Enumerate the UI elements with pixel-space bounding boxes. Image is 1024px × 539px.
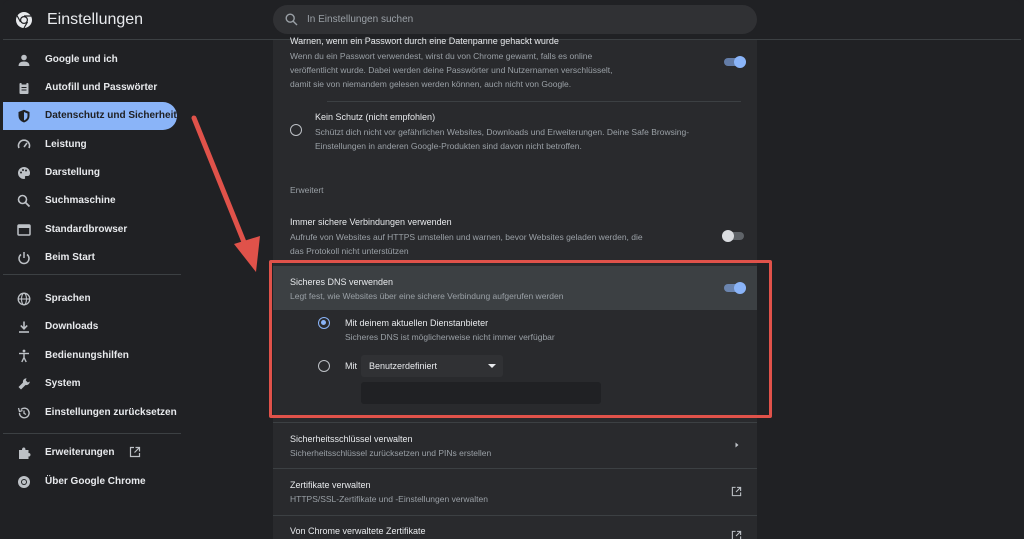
- sidebar-item-label: Erweiterungen: [45, 447, 115, 458]
- palette-icon: [18, 167, 30, 179]
- no-protection-desc: Schützt dich nicht vor gefährlichen Webs…: [315, 127, 690, 137]
- browser-icon: [17, 224, 31, 236]
- sidebar-item-suchmaschine[interactable]: Suchmaschine: [3, 187, 177, 215]
- app-title: Einstellungen: [47, 11, 144, 28]
- sidebar-item-label: Google und ich: [45, 54, 118, 65]
- wrench-icon: [18, 378, 30, 390]
- https-always-title: Immer sichere Verbindungen verwenden: [290, 217, 452, 227]
- https-always-toggle[interactable]: [722, 229, 744, 243]
- sidebar-item-label: Darstellung: [45, 167, 101, 178]
- sidebar-item-zuruecksetzen[interactable]: Einstellungen zurücksetzen: [3, 399, 177, 427]
- accessibility-icon: [19, 349, 29, 363]
- sidebar-item-label: Autofill und Passwörter: [45, 82, 158, 93]
- globe-icon: [17, 292, 31, 306]
- security-keys-title[interactable]: Sicherheitsschlüssel verwalten: [290, 433, 413, 445]
- security-keys-desc: Sicherheitsschlüssel zurücksetzen und PI…: [290, 448, 492, 458]
- sidebar-item-label: System: [45, 378, 81, 389]
- chrome-icon: [18, 476, 30, 488]
- person-icon: [18, 54, 30, 66]
- open-in-new-icon[interactable]: [731, 486, 742, 497]
- sidebar-item-leistung[interactable]: Leistung: [3, 131, 177, 159]
- certificates-desc: HTTPS/SSL-Zertifikate und -Einstellungen…: [290, 494, 488, 504]
- row-divider: [273, 468, 757, 469]
- row-divider: [273, 515, 757, 516]
- sidebar-item-google-und-ich[interactable]: Google und ich: [3, 46, 177, 74]
- annotation-arrow: [191, 115, 260, 272]
- sidebar-item-downloads[interactable]: Downloads: [3, 313, 177, 341]
- settings-header: Einstellungen In Einstellungen suchen: [3, 0, 1021, 40]
- breach-warning-title: Warnen, wenn ein Passwort durch eine Dat…: [290, 36, 559, 46]
- sidebar-item-label: Suchmaschine: [45, 195, 116, 206]
- sidebar-item-label: Bedienungshilfen: [45, 350, 129, 361]
- shield-icon: [18, 109, 30, 123]
- breach-warning-desc: veröffentlicht wurde. Dabei werden deine…: [290, 65, 613, 75]
- breach-warning-toggle[interactable]: [724, 55, 746, 69]
- search-icon: [285, 13, 298, 26]
- sidebar-item-standardbrowser[interactable]: Standardbrowser: [3, 216, 177, 244]
- clipboard-icon: [19, 82, 29, 94]
- sidebar-divider: [3, 433, 181, 434]
- sidebar-item-label: Über Google Chrome: [45, 476, 146, 487]
- row-divider: [273, 422, 757, 423]
- advanced-heading: Erweitert: [290, 185, 324, 195]
- annotation-highlight-box: [269, 260, 772, 418]
- chrome-certs-title[interactable]: Von Chrome verwaltete Zertifikate: [290, 525, 426, 537]
- sidebar-item-label: Datenschutz und Sicherheit: [45, 110, 177, 121]
- https-always-desc: das Protokoll nicht unterstützen: [290, 246, 409, 256]
- open-in-new-icon: [129, 446, 141, 458]
- sidebar-divider: [3, 274, 181, 275]
- puzzle-icon: [19, 447, 31, 459]
- sidebar-item-beim-start[interactable]: Beim Start: [3, 244, 177, 272]
- sidebar-item-label: Sprachen: [45, 293, 91, 304]
- search-icon: [17, 194, 31, 208]
- breach-warning-desc: Wenn du ein Passwort verwendest, wirst d…: [290, 51, 593, 61]
- sidebar-item-label: Leistung: [45, 139, 87, 150]
- sidebar-item-system[interactable]: System: [3, 370, 177, 398]
- sidebar-item-ueber-chrome[interactable]: Über Google Chrome: [3, 468, 177, 496]
- sidebar-item-label: Einstellungen zurücksetzen: [45, 407, 177, 418]
- sidebar: Google und ich Autofill und Passwörter D…: [3, 40, 181, 539]
- download-icon: [19, 321, 29, 333]
- power-icon: [18, 252, 30, 265]
- https-always-desc: Aufrufe von Websites auf HTTPS umstellen…: [290, 232, 643, 242]
- row-divider: [327, 101, 741, 102]
- open-in-new-icon[interactable]: [731, 530, 742, 539]
- chrome-logo-icon: [16, 12, 32, 29]
- sidebar-item-sprachen[interactable]: Sprachen: [3, 285, 177, 313]
- sidebar-item-erweiterungen[interactable]: Erweiterungen: [3, 439, 177, 467]
- speedometer-icon: [17, 139, 31, 149]
- no-protection-desc: Einstellungen in anderen Google-Produkte…: [315, 141, 582, 151]
- sidebar-item-bedienungshilfen[interactable]: Bedienungshilfen: [3, 342, 177, 370]
- sidebar-item-darstellung[interactable]: Darstellung: [3, 159, 177, 187]
- no-protection-radio[interactable]: [290, 124, 302, 136]
- settings-search[interactable]: In Einstellungen suchen: [273, 5, 757, 34]
- sidebar-item-label: Downloads: [45, 321, 99, 332]
- sidebar-item-datenschutz[interactable]: Datenschutz und Sicherheit: [3, 102, 177, 130]
- breach-warning-desc: damit sie von niemandem gelesen werden k…: [290, 79, 572, 89]
- sidebar-item-label: Beim Start: [45, 252, 96, 263]
- no-protection-title: Kein Schutz (nicht empfohlen): [315, 112, 436, 122]
- search-placeholder: In Einstellungen suchen: [307, 14, 414, 25]
- chevron-right-icon[interactable]: [733, 441, 741, 449]
- history-icon: [17, 407, 30, 419]
- certificates-title[interactable]: Zertifikate verwalten: [290, 479, 371, 491]
- sidebar-item-label: Standardbrowser: [45, 224, 128, 235]
- sidebar-item-autofill[interactable]: Autofill und Passwörter: [3, 74, 177, 102]
